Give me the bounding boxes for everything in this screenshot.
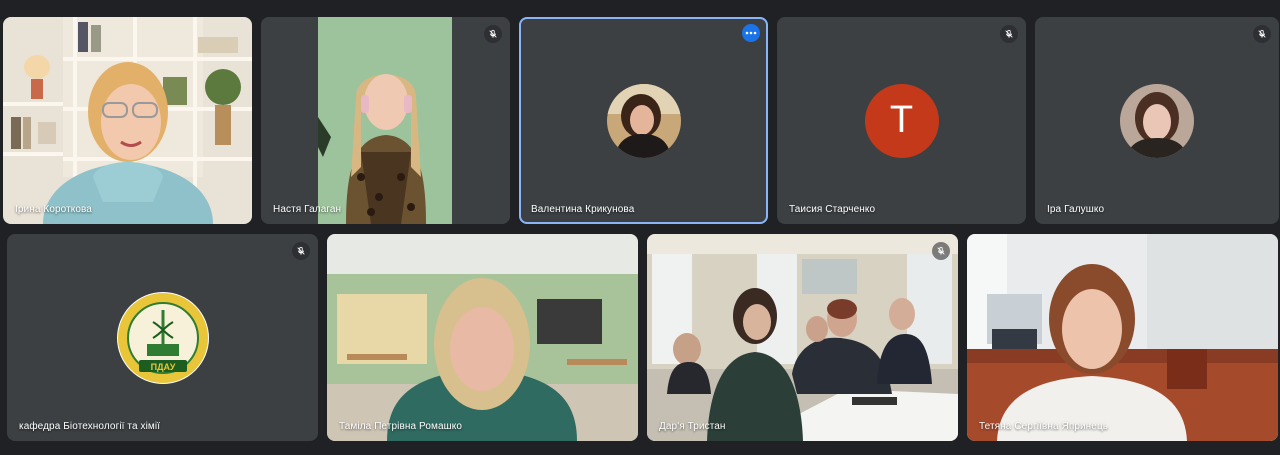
participant-name: Ірина Короткова (15, 204, 92, 215)
participant-name: Таисия Старченко (789, 204, 876, 215)
participant-tile-3[interactable]: Валентина Крикунова (519, 17, 768, 224)
more-options-icon (745, 31, 757, 35)
mic-off-icon (484, 25, 502, 43)
participant-name: кафедра Біотехнології та хімії (19, 421, 161, 432)
avatar (1120, 83, 1194, 158)
logo-avatar: ПДАУ (116, 291, 209, 384)
mic-off-icon (292, 242, 310, 260)
participant-tile-9[interactable]: Тетяна Сергіївна Япринець (967, 234, 1278, 441)
mic-off-icon (932, 242, 950, 260)
participant-tile-7[interactable]: Таміла Петрівна Ромашко (327, 234, 638, 441)
participant-video (967, 234, 1278, 441)
more-options-button[interactable] (742, 24, 760, 42)
avatar: T (864, 83, 939, 158)
avatar (606, 83, 681, 158)
participant-tile-4[interactable]: T Таисия Старченко (777, 17, 1026, 224)
participant-name: Настя Галаган (273, 204, 342, 215)
participant-name: Валентина Крикунова (531, 204, 635, 215)
participant-video (327, 234, 638, 441)
logo-text: ПДАУ (150, 362, 175, 372)
participant-name: Тетяна Сергіївна Япринець (979, 421, 1109, 432)
participant-tile-8[interactable]: Дар'я Тристан (647, 234, 958, 441)
participant-video (261, 17, 510, 224)
participant-name: Дар'я Тристан (659, 421, 726, 432)
mic-off-icon (1000, 25, 1018, 43)
participant-tile-2[interactable]: Настя Галаган (261, 17, 510, 224)
participant-tile-6[interactable]: ПДАУ кафедра Біотехнології та хімії (7, 234, 318, 441)
mic-off-icon (1253, 25, 1271, 43)
participant-name: Таміла Петрівна Ромашко (339, 421, 463, 432)
avatar-initial: T (889, 99, 914, 141)
participant-tile-5[interactable]: Іра Галушко (1035, 17, 1279, 224)
participant-name: Іра Галушко (1047, 204, 1105, 215)
participant-video (3, 17, 252, 224)
participant-tile-1[interactable]: Ірина Короткова (3, 17, 252, 224)
participant-video (647, 234, 958, 441)
